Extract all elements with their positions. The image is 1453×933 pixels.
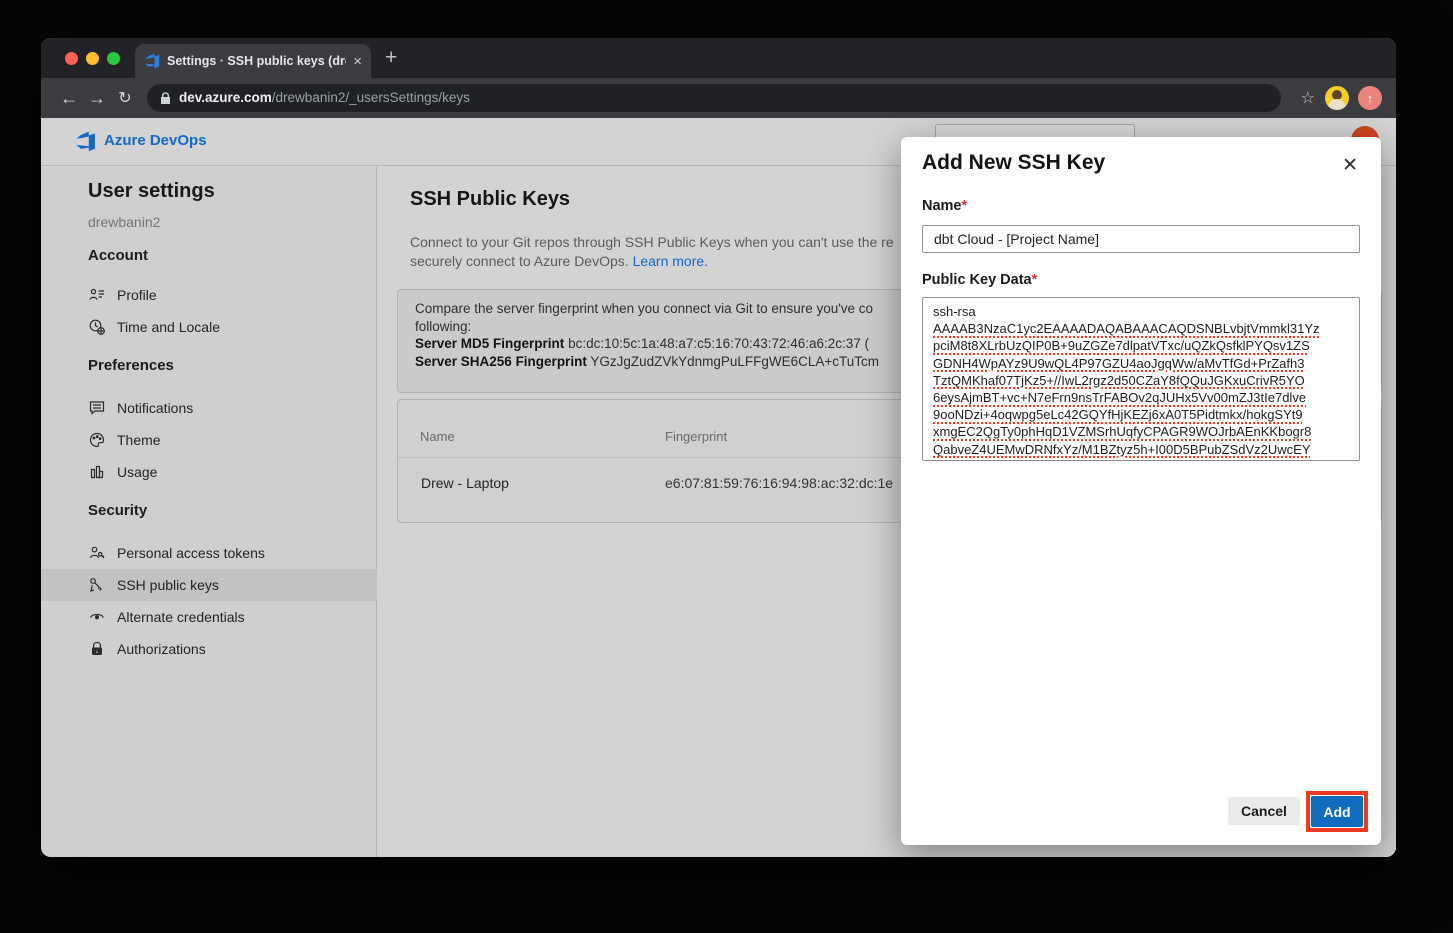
page-title: SSH Public Keys	[410, 188, 570, 211]
sidebar-item-theme[interactable]: Theme	[41, 424, 377, 456]
reload-icon[interactable]: ↻	[111, 88, 139, 108]
eye-icon	[89, 609, 105, 625]
sidebar-title: User settings	[88, 180, 215, 203]
browser-update-icon[interactable]: ↑	[1358, 86, 1382, 110]
dialog-title: Add New SSH Key	[922, 151, 1105, 175]
brand-title[interactable]: Azure DevOps	[104, 132, 207, 149]
key-name-cell: Drew - Laptop	[421, 475, 509, 491]
sidebar-item-time-and-locale[interactable]: Time and Locale	[41, 311, 377, 343]
traffic-lights	[65, 52, 120, 65]
bar-chart-icon	[89, 464, 105, 480]
new-tab-button[interactable]: +	[385, 46, 397, 70]
back-icon[interactable]: ←	[55, 88, 83, 109]
tab-title: Settings · SSH public keys (dre	[167, 54, 346, 68]
browser-toolbar: ← → ↻ dev.azure.com/drewbanin2/_usersSet…	[41, 78, 1396, 118]
zoom-window-button[interactable]	[107, 52, 120, 65]
sidebar-item-usage[interactable]: Usage	[41, 456, 377, 488]
public-key-textarea[interactable]: ssh-rsa AAAAB3NzaC1yc2EAAAADAQABAAACAQDS…	[922, 297, 1360, 461]
name-field-label: Name*	[922, 198, 967, 214]
comment-icon	[89, 400, 105, 416]
sidebar-item-alternate-credentials[interactable]: Alternate credentials	[41, 601, 377, 633]
minimize-window-button[interactable]	[86, 52, 99, 65]
required-marker: *	[962, 198, 968, 214]
required-marker: *	[1032, 272, 1038, 288]
sidebar-item-profile[interactable]: Profile	[41, 279, 377, 311]
md5-label: Server MD5 Fingerprint	[415, 336, 564, 351]
tab-close-icon[interactable]: ×	[353, 54, 362, 69]
clock-globe-icon	[89, 319, 105, 335]
azure-devops-logo	[75, 131, 96, 152]
url-path: /drewbanin2/_usersSettings/keys	[272, 90, 470, 105]
tab-strip: Settings · SSH public keys (dre × +	[41, 38, 1396, 78]
cancel-button[interactable]: Cancel	[1228, 797, 1300, 825]
public-key-field-label: Public Key Data*	[922, 272, 1037, 288]
lock-icon	[89, 641, 105, 657]
add-ssh-key-dialog: Add New SSH Key ✕ Name* Public Key Data*…	[901, 137, 1381, 845]
person-key-icon	[89, 545, 105, 561]
sidebar-username: drewbanin2	[88, 214, 160, 230]
column-header-name: Name	[420, 429, 455, 444]
column-header-fingerprint: Fingerprint	[665, 429, 727, 444]
url-host: dev.azure.com	[179, 90, 272, 105]
close-icon[interactable]: ✕	[1342, 154, 1358, 177]
bookmark-star-icon[interactable]: ☆	[1301, 88, 1315, 108]
person-icon	[89, 287, 105, 303]
md5-value: bc:dc:10:5c:1a:48:a7:c5:16:70:43:72:46:a…	[568, 336, 869, 351]
section-account: Account	[88, 247, 148, 264]
sidebar-item-notifications[interactable]: Notifications	[41, 392, 377, 424]
learn-more-link[interactable]: Learn more.	[633, 253, 708, 269]
browser-tab[interactable]: Settings · SSH public keys (dre ×	[135, 44, 371, 78]
sidebar-item-authorizations[interactable]: Authorizations	[41, 633, 377, 665]
settings-sidebar: User settings drewbanin2 Account Profile…	[41, 167, 377, 857]
browser-window: Settings · SSH public keys (dre × + ← → …	[41, 38, 1396, 857]
sidebar-item-personal-access-tokens[interactable]: Personal access tokens	[41, 537, 377, 569]
add-button[interactable]: Add	[1311, 796, 1363, 827]
address-bar[interactable]: dev.azure.com/drewbanin2/_usersSettings/…	[147, 84, 1281, 112]
browser-profile-avatar[interactable]	[1325, 86, 1349, 110]
close-window-button[interactable]	[65, 52, 78, 65]
section-preferences: Preferences	[88, 357, 174, 374]
key-fingerprint-cell: e6:07:81:59:76:16:94:98:ac:32:dc:1e	[665, 475, 893, 491]
lock-icon	[160, 92, 171, 105]
intro-text: Connect to your Git repos through SSH Pu…	[410, 233, 894, 271]
sha256-label: Server SHA256 Fingerprint	[415, 354, 587, 369]
sidebar-item-ssh-public-keys[interactable]: SSH public keys	[41, 569, 377, 601]
forward-icon[interactable]: →	[83, 88, 111, 109]
name-input[interactable]	[922, 225, 1360, 253]
keys-icon	[89, 577, 105, 593]
section-security: Security	[88, 502, 147, 519]
sha256-value: YGzJgZudZVkYdnmgPuLFFgWE6CLA+cTuTcm	[590, 354, 879, 369]
palette-icon	[89, 432, 105, 448]
azure-devops-favicon	[144, 53, 160, 69]
